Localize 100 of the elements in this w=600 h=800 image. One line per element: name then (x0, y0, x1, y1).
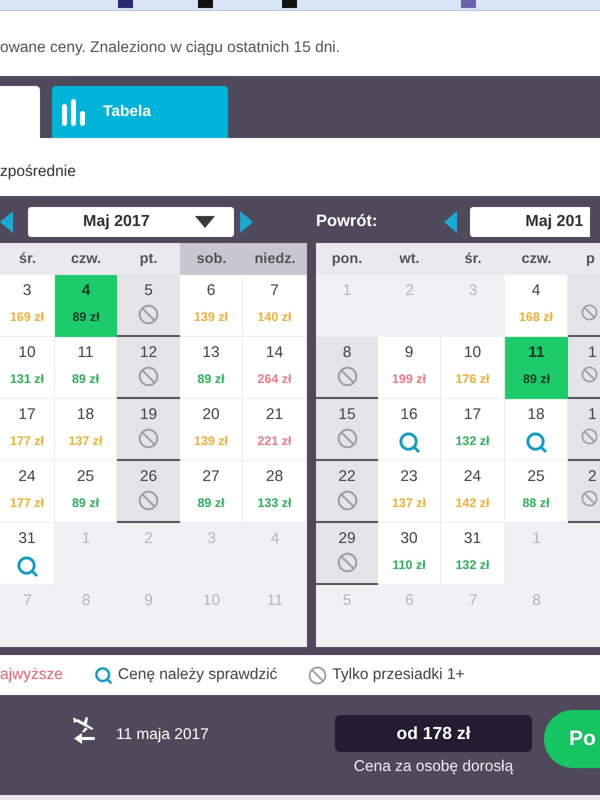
day-number: 12 (140, 343, 158, 363)
day-cell[interactable]: 18 (505, 399, 568, 461)
day-cell[interactable]: 7 140 zł (243, 275, 307, 337)
day-number: 1 (82, 529, 90, 549)
day-cell[interactable]: 21 221 zł (243, 399, 307, 461)
day-number: 26 (140, 467, 158, 487)
triangle-right-icon[interactable] (240, 210, 253, 232)
day-number: 8 (342, 343, 352, 363)
day-cell[interactable]: 27 89 zł (180, 461, 243, 523)
price-label: 89 zł (522, 371, 550, 387)
day-cell[interactable]: 4 89 zł (55, 275, 117, 337)
day-number: 23 (400, 467, 418, 487)
day-number: 18 (76, 405, 94, 425)
price-label: 169 zł (10, 309, 44, 325)
day-cell[interactable]: 28 133 zł (243, 461, 307, 523)
price-label: 199 zł (392, 371, 426, 387)
search-icon[interactable] (16, 555, 38, 578)
month-dropdown[interactable]: Maj 201 (470, 206, 590, 236)
day-cell[interactable]: 2 (568, 461, 600, 523)
ban-icon (138, 490, 159, 511)
day-cell[interactable]: 31 132 zł (441, 523, 505, 585)
day-number: 29 (338, 529, 356, 549)
price-label: 89 zł (197, 371, 225, 387)
day-cell[interactable]: 17 132 zł (441, 399, 505, 461)
day-cell[interactable]: 18 137 zł (55, 399, 117, 461)
day-number: 10 (202, 591, 220, 611)
price-box: od 178 zł (335, 715, 532, 752)
day-cell[interactable]: 10 176 zł (441, 337, 505, 399)
day-cell[interactable]: 26 (117, 461, 180, 523)
day-number: 17 (18, 405, 36, 425)
day-number: 8 (82, 591, 90, 611)
legend-label: Tylko przesiadki 1+ (332, 666, 465, 684)
day-number: 2 (588, 467, 597, 487)
weekday-header: sob. (180, 243, 243, 275)
day-cell[interactable]: 16 (378, 399, 441, 461)
day-number: 1 (532, 529, 541, 549)
day-cell[interactable] (568, 275, 600, 337)
day-cell[interactable]: 23 137 zł (378, 461, 441, 523)
day-cell[interactable]: 24 177 zł (0, 461, 55, 523)
price-label: 88 zł (522, 495, 550, 511)
day-number: 9 (404, 343, 414, 363)
day-cell[interactable]: 10 131 zł (0, 337, 55, 399)
search-icon[interactable] (524, 431, 548, 454)
search-icon[interactable] (398, 431, 420, 454)
day-cell[interactable]: 24 142 zł (441, 461, 505, 523)
day-cell[interactable]: 1 (568, 337, 600, 399)
day-cell[interactable]: 11 89 zł (55, 337, 117, 399)
day-cell[interactable]: 22 (316, 461, 378, 523)
day-number: 24 (18, 467, 36, 487)
day-cell[interactable]: 20 139 zł (180, 399, 243, 461)
day-cell[interactable]: 15 (316, 399, 378, 461)
day-cell[interactable]: 11 89 zł (505, 337, 568, 399)
day-cell[interactable]: 3 169 zł (0, 275, 55, 337)
day-number: 3 (468, 281, 478, 301)
day-number: 22 (338, 467, 356, 487)
day-number: 5 (144, 281, 153, 301)
triangle-left-icon[interactable] (0, 210, 13, 232)
day-cell[interactable]: 31 (0, 523, 55, 585)
return-date: 11 maja 2017 (116, 726, 209, 744)
day-number: 5 (342, 591, 352, 611)
legend-label: ajwyższe (0, 666, 63, 684)
day-number: 31 (464, 529, 482, 549)
day-number: 15 (338, 405, 356, 425)
day-cell[interactable]: 5 (117, 275, 180, 337)
day-cell[interactable]: 14 264 zł (243, 337, 307, 399)
price-label: 137 zł (68, 433, 103, 449)
price-label: 89 zł (72, 495, 100, 511)
price-note: Cena za osobę dorosłą (354, 758, 514, 776)
day-number: 13 (202, 343, 220, 363)
day-cell[interactable]: 9 199 zł (378, 337, 441, 399)
day-number: 10 (18, 343, 36, 363)
day-cell[interactable]: 4 168 zł (505, 275, 568, 337)
day-number: 25 (76, 467, 94, 487)
price-label: 177 zł (10, 495, 44, 511)
ban-icon (138, 366, 159, 387)
day-number: 7 (23, 591, 32, 611)
price-label: 132 zł (455, 557, 490, 573)
day-number: 10 (464, 343, 482, 363)
day-cell[interactable]: 1 (568, 399, 600, 461)
day-number: 7 (270, 281, 279, 301)
ban-icon (138, 304, 159, 325)
day-number: 21 (266, 405, 284, 425)
day-cell[interactable]: 19 (117, 399, 180, 461)
day-cell[interactable]: 6 139 zł (180, 275, 243, 337)
day-cell[interactable]: 8 (316, 337, 378, 399)
month-dropdown[interactable]: Maj 2017 (28, 206, 234, 236)
day-cell[interactable]: 30 110 zł (378, 523, 441, 585)
day-cell[interactable]: 29 (316, 523, 378, 585)
ban-icon (581, 428, 598, 445)
day-cell[interactable]: 25 88 zł (505, 461, 568, 523)
triangle-left-icon[interactable] (444, 210, 458, 232)
day-cell[interactable]: 17 177 zł (0, 399, 55, 461)
day-number: 18 (527, 405, 545, 425)
notice-text: owane ceny. Znaleziono w ciągu ostatnich 15 dni. (0, 39, 340, 57)
day-cell[interactable]: 25 89 zł (55, 461, 117, 523)
day-number: 2 (405, 281, 414, 301)
day-cell[interactable]: 13 89 zł (180, 337, 243, 399)
day-number: 6 (405, 591, 414, 611)
day-cell[interactable]: 12 (117, 337, 180, 399)
ban-icon (581, 304, 598, 321)
